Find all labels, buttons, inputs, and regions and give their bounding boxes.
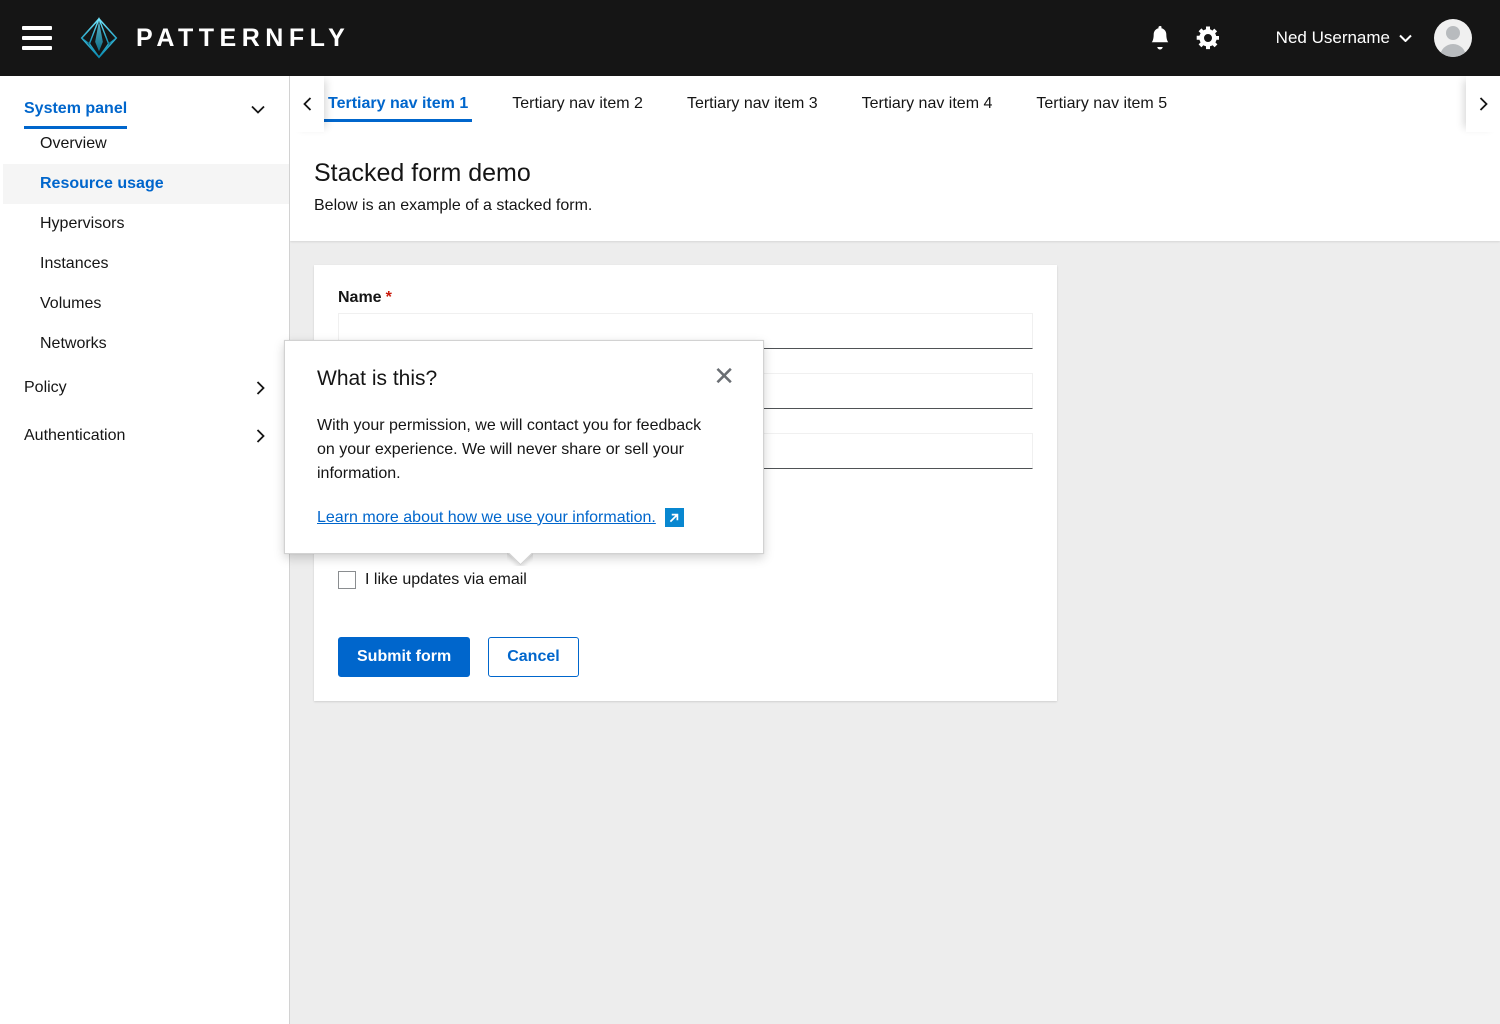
patternfly-logo-icon (80, 16, 118, 59)
popover-header: What is this? ✕ (317, 363, 741, 392)
name-label-text: Name (338, 289, 382, 306)
popover-footer: Learn more about how we use your informa… (317, 508, 741, 528)
sidebar-item-authentication[interactable]: Authentication (0, 412, 289, 460)
page-title: Stacked form demo (314, 159, 531, 187)
name-label: Name * (338, 289, 392, 307)
tab-tertiary-nav-item-1[interactable]: Tertiary nav item 1 (324, 76, 490, 132)
page-subtitle: Below is an example of a stacked form. (314, 197, 593, 214)
checkbox-label: I like updates via email (365, 571, 527, 588)
sidebar-item-hypervisors[interactable]: Hypervisors (0, 204, 289, 244)
popover-title: What is this? (317, 367, 438, 390)
sidebar-item-resource-usage[interactable]: Resource usage (0, 164, 289, 204)
sidebar-item-label: Authentication (24, 427, 126, 444)
tertiary-nav-list: Tertiary nav item 1 Tertiary nav item 2 … (324, 76, 1466, 132)
sidebar-expandable-list: Policy Authentication (0, 364, 289, 460)
global-nav-toggle-icon[interactable] (22, 26, 52, 50)
brand-name: PATTERNFLY (136, 23, 351, 52)
close-icon[interactable]: ✕ (707, 363, 741, 389)
chevron-down-icon (251, 105, 265, 114)
avatar-head (1446, 26, 1460, 40)
sidebar-item-instances[interactable]: Instances (0, 244, 289, 284)
checkbox-updates-via-email[interactable]: I like updates via email (338, 571, 527, 589)
sidebar-item-overview[interactable]: Overview (0, 124, 289, 164)
sidebar-item-label: Policy (24, 379, 67, 396)
popover: What is this? ✕ With your permission, we… (284, 340, 764, 555)
avatar[interactable] (1434, 19, 1472, 57)
tertiary-nav-scroll-forward-button[interactable] (1466, 76, 1500, 132)
masthead: PATTERNFLY Ned Username (0, 0, 1500, 76)
updates-option-row: I like updates via email (338, 571, 1033, 589)
popover-arrow (507, 553, 533, 566)
external-link-icon[interactable] (664, 508, 684, 528)
username-label: Ned Username (1275, 28, 1390, 47)
avatar-body (1440, 44, 1466, 57)
popover-body: With your permission, we will contact yo… (317, 417, 702, 483)
cancel-button[interactable]: Cancel (488, 637, 579, 677)
chevron-right-icon (1479, 97, 1488, 111)
sidebar-item-networks[interactable]: Networks (0, 324, 289, 364)
tab-tertiary-nav-item-2[interactable]: Tertiary nav item 2 (490, 76, 665, 132)
masthead-right: Ned Username (1136, 14, 1500, 62)
sidebar-item-volumes[interactable]: Volumes (0, 284, 289, 324)
brand[interactable]: PATTERNFLY (76, 15, 350, 61)
chevron-down-icon (1399, 34, 1412, 42)
sidebar-item-list: Overview Resource usage Hypervisors Inst… (0, 124, 289, 364)
required-indicator: * (385, 289, 392, 306)
tab-tertiary-nav-item-3[interactable]: Tertiary nav item 3 (665, 76, 840, 132)
form-actions: Submit form Cancel (338, 637, 1033, 677)
tertiary-nav-scroll-region: Tertiary nav item 1 Tertiary nav item 2 … (324, 76, 1466, 132)
tertiary-navigation: Tertiary nav item 1 Tertiary nav item 2 … (290, 76, 1500, 132)
sidebar-item-policy[interactable]: Policy (0, 364, 289, 412)
external-link-arrow (670, 513, 679, 522)
masthead-left: PATTERNFLY (0, 15, 350, 61)
settings-button[interactable] (1184, 14, 1232, 62)
tertiary-nav-scroll-back-button[interactable] (290, 76, 324, 132)
tab-tertiary-nav-item-5[interactable]: Tertiary nav item 5 (1014, 76, 1189, 132)
hamburger-bar (22, 26, 52, 30)
application-root: PATTERNFLY Ned Username System panel Ove… (0, 0, 1500, 1024)
notifications-button[interactable] (1136, 14, 1184, 62)
hamburger-bar (22, 36, 52, 40)
checkbox-box[interactable] (338, 571, 356, 589)
sidebar-group-system-panel[interactable]: System panel (0, 76, 289, 129)
sidebar-group-title: System panel (24, 100, 128, 129)
page-header: Stacked form demo Below is an example of… (290, 132, 1500, 241)
chevron-left-icon (302, 97, 311, 111)
tab-tertiary-nav-item-4[interactable]: Tertiary nav item 4 (840, 76, 1015, 132)
bell-icon (1151, 26, 1168, 50)
submit-form-button[interactable]: Submit form (338, 637, 471, 677)
hamburger-bar (22, 46, 52, 50)
chevron-right-icon (256, 381, 265, 395)
user-menu-toggle[interactable]: Ned Username (1276, 28, 1412, 48)
chevron-right-icon (256, 429, 265, 443)
popover-link[interactable]: Learn more about how we use your informa… (317, 509, 656, 527)
gear-icon (1196, 26, 1219, 50)
sidebar-navigation: System panel Overview Resource usage Hyp… (0, 76, 290, 1024)
